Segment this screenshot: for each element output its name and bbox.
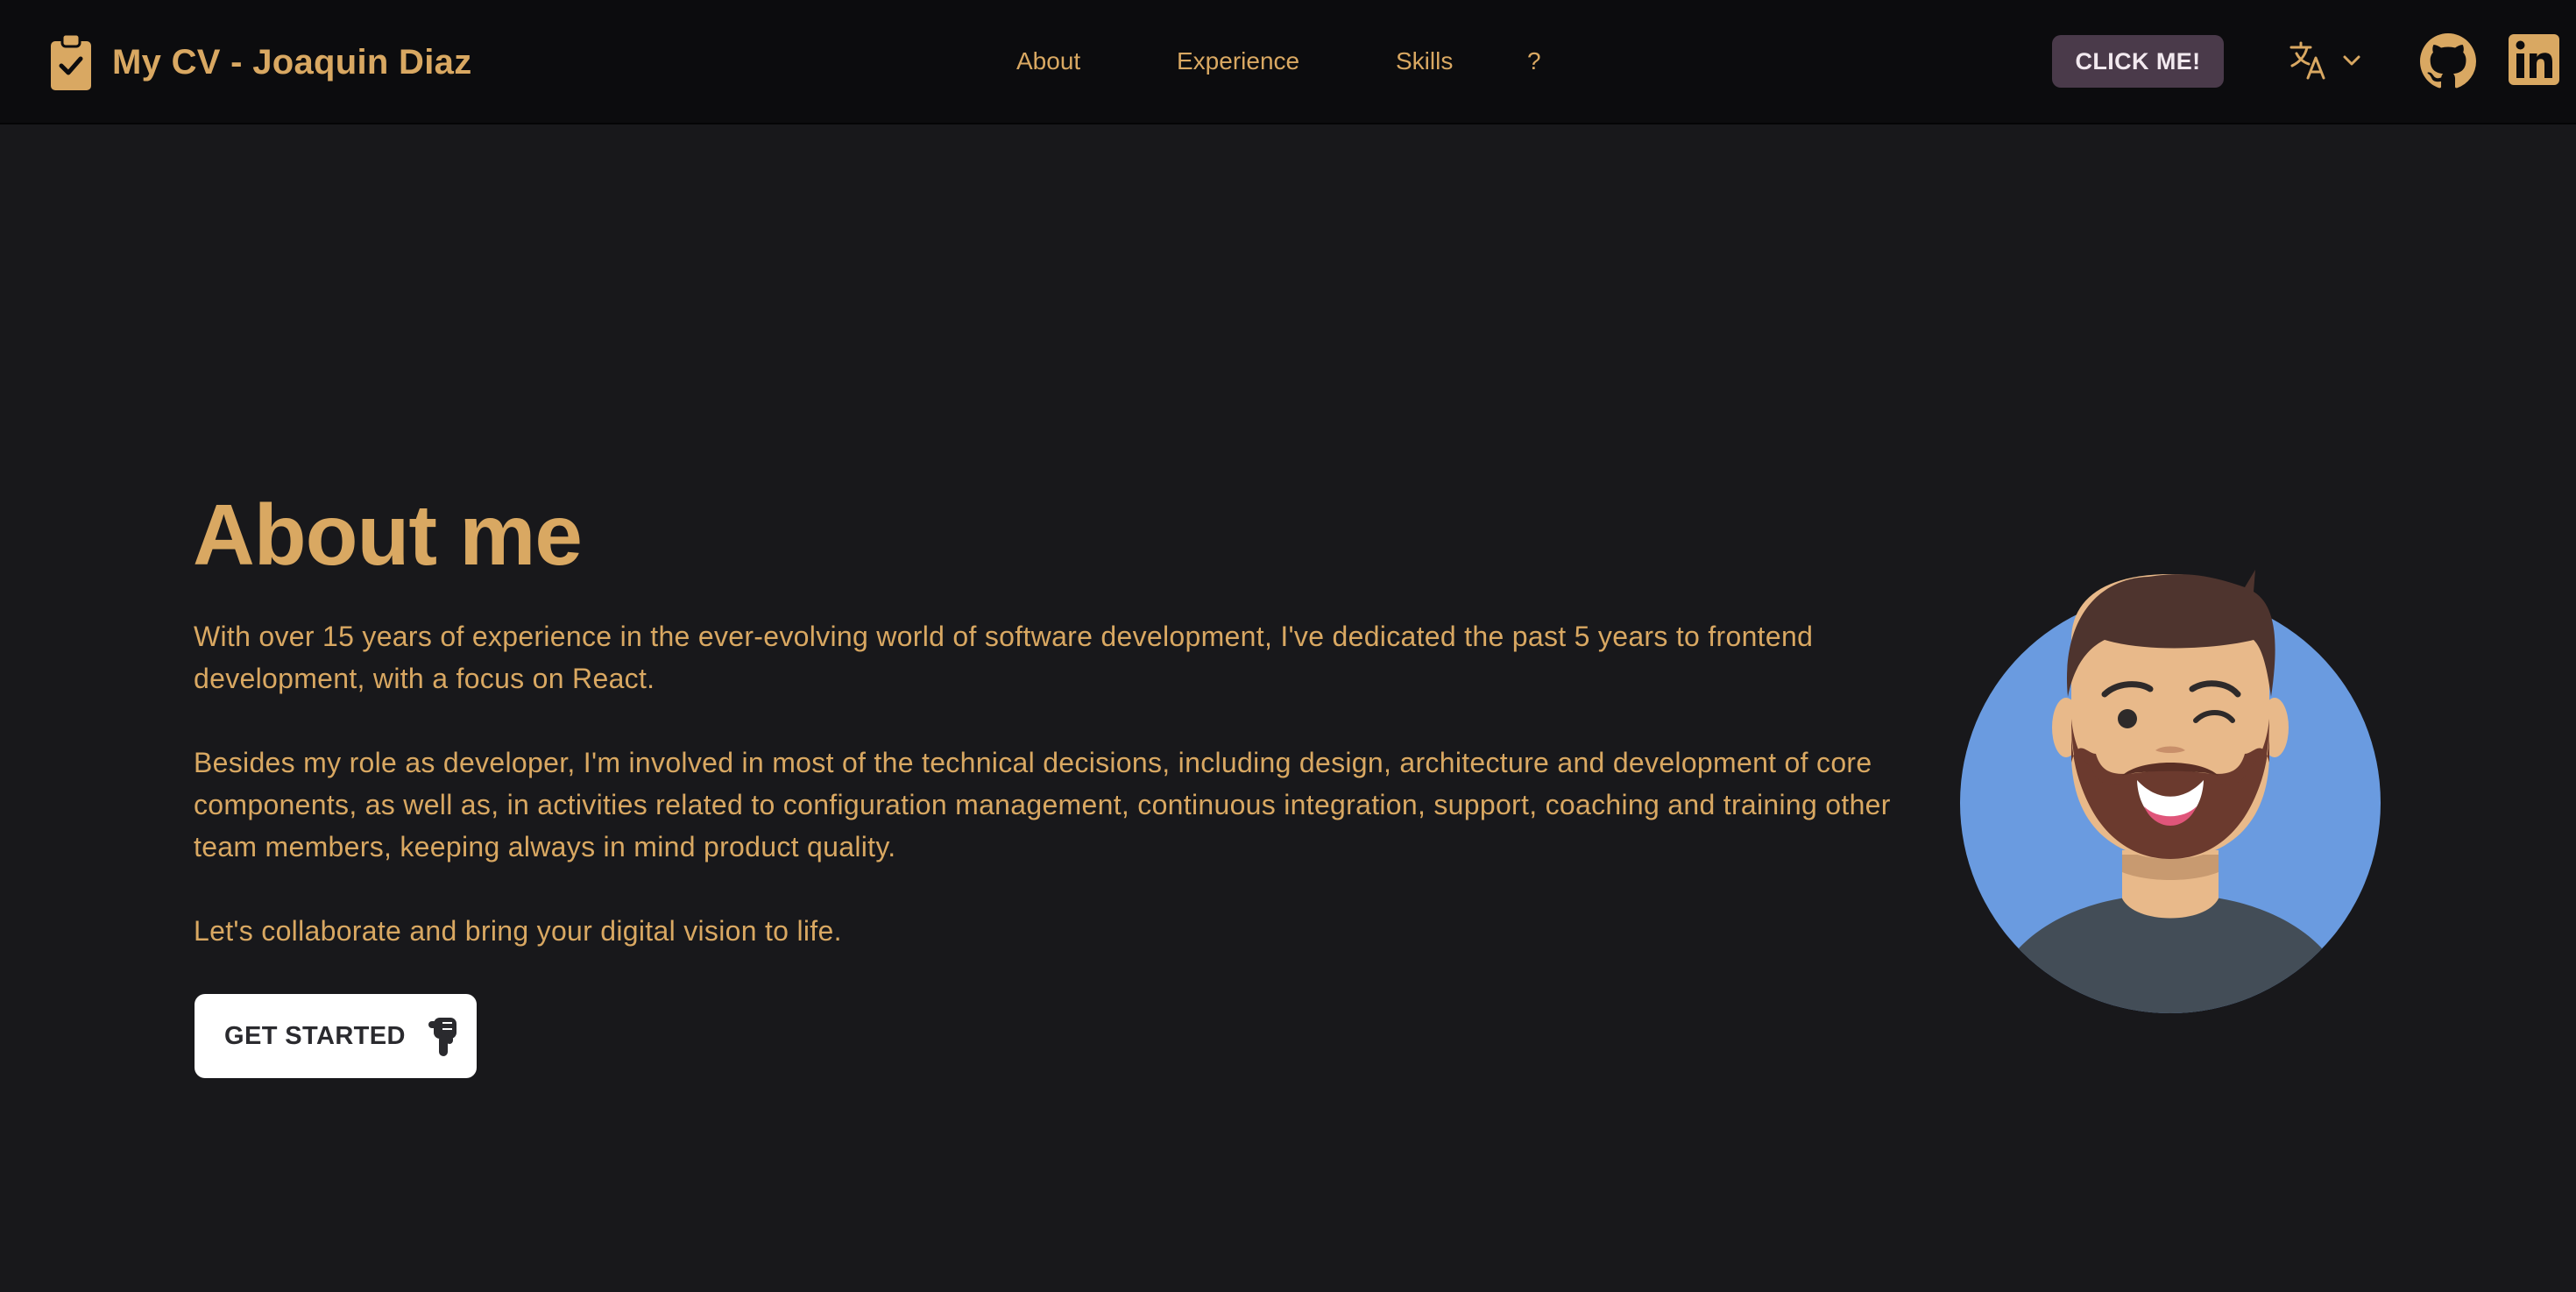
nav-experience[interactable]: Experience <box>1177 42 1396 81</box>
pointing-down-hand-icon <box>428 1018 456 1056</box>
nav-about[interactable]: About <box>1016 42 1177 81</box>
site-header: My CV - Joaquin Diaz About Experience Sk… <box>0 0 2576 124</box>
language-selector[interactable] <box>2289 40 2362 81</box>
clipboard-check-icon <box>51 32 91 90</box>
get-started-button[interactable]: GET STARTED <box>195 994 477 1078</box>
about-paragraph-2: Besides my role as developer, I'm involv… <box>194 747 1891 863</box>
linkedin-icon[interactable] <box>2508 33 2560 86</box>
translate-icon <box>2289 41 2325 80</box>
brand-title: My CV - Joaquin Diaz <box>112 42 472 82</box>
chevron-down-icon <box>2343 55 2360 66</box>
brand[interactable]: My CV - Joaquin Diaz <box>49 32 472 93</box>
nav-skills[interactable]: Skills <box>1396 42 1527 81</box>
github-icon[interactable] <box>2420 33 2476 89</box>
page-title: About me <box>193 486 583 583</box>
get-started-label: GET STARTED <box>224 1021 406 1050</box>
about-paragraph-1: With over 15 years of experience in the … <box>194 621 1814 694</box>
nav-question[interactable]: ? <box>1527 42 1541 81</box>
winking-bearded-man-avatar <box>1960 570 2381 1013</box>
main-nav: About Experience Skills ? <box>1016 42 1541 81</box>
about-paragraph-3: Let's collaborate and bring your digital… <box>194 915 842 947</box>
click-me-button[interactable]: CLICK ME! <box>2052 35 2224 88</box>
